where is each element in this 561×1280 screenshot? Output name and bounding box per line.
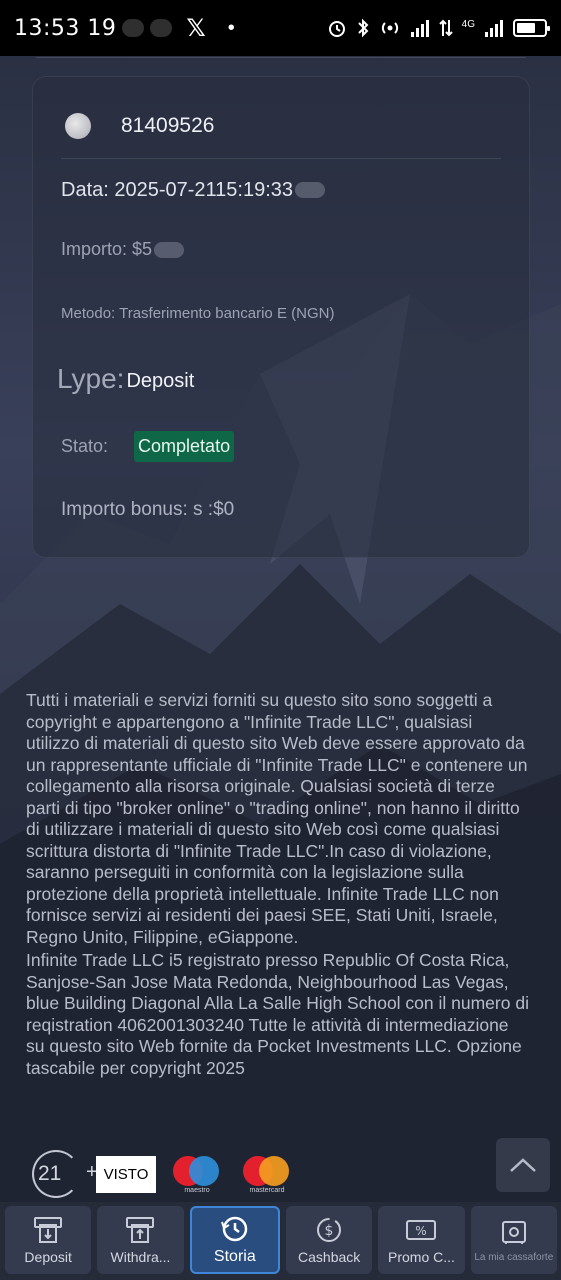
- status-label: Stato:: [61, 436, 109, 456]
- chevron-up-icon: [510, 1158, 536, 1172]
- x-app-icon: 𝕏: [186, 14, 206, 42]
- mastercard-caption: mastercard: [249, 1187, 285, 1194]
- signal-icon: [485, 20, 503, 37]
- signal-icon: [410, 20, 429, 37]
- nav-history[interactable]: Storia: [189, 1206, 280, 1274]
- hotspot-icon: [381, 22, 398, 34]
- nav-label: Withdra...: [110, 1249, 171, 1265]
- status-badge: Completato: [134, 431, 235, 462]
- cashback-icon: $: [317, 1218, 342, 1242]
- transaction-date-row: Data: 2025-07-2115:19:33: [61, 175, 501, 205]
- data-transfer-icon: [438, 19, 453, 37]
- svg-text:%: %: [416, 1224, 427, 1238]
- nav-cashback[interactable]: $ Cashback: [285, 1206, 373, 1274]
- divider: [61, 158, 501, 159]
- transaction-status-row: Stato: Completato: [61, 431, 501, 462]
- transaction-method-row: Metodo: Trasferimento bancario E (NGN): [61, 305, 501, 322]
- transaction-amount: Importo: $5: [61, 239, 153, 259]
- alarm-icon: [328, 21, 345, 37]
- visa-label: VISTO: [103, 1166, 149, 1183]
- scroll-to-top-button[interactable]: [496, 1138, 550, 1192]
- age-number: 21: [38, 1162, 62, 1185]
- transaction-card: 81409526 Data: 2025-07-2115:19:33 Import…: [32, 76, 530, 558]
- redaction-smudge: [154, 241, 185, 258]
- more-notifications-dot-icon: •: [227, 16, 235, 39]
- transaction-type-row: Lype: Deposit: [57, 363, 501, 395]
- maestro-caption: maestro: [184, 1187, 210, 1194]
- transaction-amount-row: Importo: $5: [61, 239, 501, 260]
- registration-paragraph: Infinite Trade LLC i5 registrato presso …: [26, 950, 529, 1078]
- transaction-method: Metodo: Trasferimento bancario E (NGN): [61, 305, 335, 322]
- svg-text:$: $: [325, 1223, 334, 1239]
- nav-withdraw[interactable]: Withdra...: [97, 1206, 184, 1274]
- nav-promo-codes[interactable]: % Promo C...: [378, 1206, 465, 1274]
- bluetooth-icon: [357, 18, 369, 38]
- visa-logo: VISTO: [96, 1156, 156, 1193]
- nav-my-safe[interactable]: La mia cassaforte: [470, 1206, 557, 1274]
- atm-deposit-icon: [34, 1217, 63, 1243]
- safe-icon: [501, 1220, 526, 1244]
- network-type: 4G: [461, 18, 475, 30]
- redacted-notification-icon: [150, 19, 173, 37]
- atm-withdraw-icon: [126, 1217, 155, 1243]
- status-bar: 13:53 19 𝕏 • 4G: [0, 0, 561, 56]
- redacted-notification-icon: [122, 19, 145, 37]
- transaction-bonus-row: Importo bonus: s :$0: [61, 499, 501, 521]
- type-value: Deposit: [126, 369, 195, 392]
- type-label: Lype:: [57, 363, 125, 394]
- clock: 13:53 19: [14, 15, 117, 41]
- nav-label: Promo C...: [388, 1249, 455, 1265]
- nav-deposit[interactable]: Deposit: [5, 1206, 92, 1274]
- redaction-smudge: [295, 182, 326, 198]
- transaction-id-row: 81409526: [61, 111, 501, 141]
- bonus-amount: Importo bonus: s :$0: [61, 499, 235, 520]
- mastercard-logo: mastercard: [243, 1154, 291, 1194]
- coin-icon: [65, 113, 91, 139]
- transaction-date: Data: 2025-07-2115:19:33: [61, 178, 294, 201]
- copyright-paragraph: Tutti i materiali e servizi forniti su q…: [26, 690, 528, 947]
- battery-icon: [513, 19, 550, 37]
- history-clock-icon: [220, 1216, 248, 1242]
- promo-coupon-icon: %: [406, 1220, 437, 1240]
- nav-label: Deposit: [24, 1249, 72, 1265]
- legal-disclaimer: Tutti i materiali e servizi forniti su q…: [26, 690, 530, 1079]
- maestro-logo: maestro: [173, 1154, 221, 1194]
- bottom-navigation: Deposit Withdra... Storia $ Cashback % P…: [0, 1202, 561, 1280]
- system-icons: 4G: [327, 18, 550, 39]
- nav-label: Storia: [213, 1248, 256, 1265]
- nav-label: La mia cassaforte: [474, 1251, 554, 1263]
- transaction-id: 81409526: [121, 114, 215, 137]
- age-restriction-badge: 21: [32, 1150, 80, 1198]
- nav-label: Cashback: [298, 1249, 361, 1265]
